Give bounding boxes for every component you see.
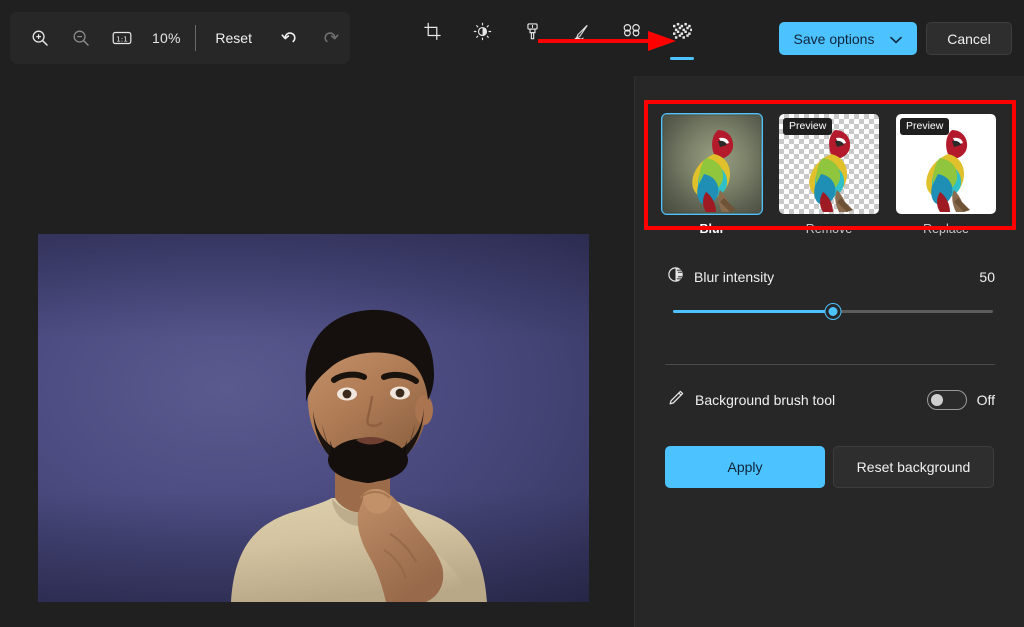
- reset-button[interactable]: Reset: [203, 26, 264, 50]
- tab-background[interactable]: [665, 14, 699, 62]
- apply-button[interactable]: Apply: [665, 446, 825, 488]
- background-brush-row: Background brush tool Off: [667, 388, 995, 412]
- preview-badge: Preview: [783, 118, 833, 135]
- option-thumbnail[interactable]: Preview: [896, 114, 996, 214]
- undo-redo-group: [270, 21, 350, 55]
- toggle-knob: [930, 394, 943, 406]
- parrot-thumbnail-image: [692, 130, 736, 212]
- zoom-level-value: 10%: [151, 30, 181, 46]
- tab-erase[interactable]: [615, 14, 649, 62]
- option-thumbnail[interactable]: [661, 113, 763, 215]
- zoom-controls-panel: 1:1 10% Reset: [10, 12, 350, 64]
- cancel-button[interactable]: Cancel: [926, 22, 1012, 55]
- panel-section-divider: [665, 364, 995, 365]
- background-brush-state: Off: [976, 392, 995, 408]
- blur-intensity-row: Blur intensity 50: [667, 266, 995, 288]
- image-subject: [231, 309, 487, 602]
- tab-active-underline: [670, 57, 694, 60]
- background-brush-label: Background brush tool: [695, 392, 836, 408]
- toolbar-separator: [194, 25, 196, 51]
- actual-size-button[interactable]: 1:1: [105, 21, 138, 55]
- canvas-area[interactable]: [0, 76, 634, 627]
- top-toolbar: 1:1 10% Reset Save options Cancel: [0, 0, 1024, 76]
- background-brush-toggle[interactable]: [926, 390, 967, 410]
- redo-button[interactable]: [310, 21, 350, 55]
- preview-badge: Preview: [900, 118, 950, 135]
- option-label: Replace: [923, 222, 969, 236]
- background-options-group: Blur Preview Remove Preview Replace: [661, 113, 996, 236]
- edited-image[interactable]: [38, 234, 589, 602]
- redo-icon: [320, 29, 340, 47]
- zoom-out-icon: [72, 29, 90, 47]
- contrast-icon: [667, 266, 684, 288]
- background-mosaic-icon: [672, 22, 693, 46]
- save-options-button[interactable]: Save options: [779, 22, 917, 55]
- erase-icon: [621, 22, 643, 43]
- svg-text:1:1: 1:1: [116, 34, 128, 43]
- blur-intensity-value: 50: [979, 269, 995, 285]
- tool-tabs: [415, 14, 699, 62]
- zoom-out-button[interactable]: [65, 21, 98, 55]
- image-editor-window: 1:1 10% Reset Save options Cancel Blur P…: [0, 0, 1024, 627]
- background-option-blur[interactable]: Blur: [661, 113, 763, 236]
- option-thumbnail[interactable]: Preview: [779, 114, 879, 214]
- tab-markup[interactable]: [515, 14, 549, 62]
- paintbrush-icon: [523, 22, 542, 46]
- tab-pen[interactable]: [565, 14, 599, 62]
- blur-intensity-slider[interactable]: [673, 302, 993, 322]
- zoom-in-button[interactable]: [24, 21, 57, 55]
- chevron-down-icon: [890, 31, 903, 47]
- reset-background-button[interactable]: Reset background: [833, 446, 994, 488]
- slider-thumb[interactable]: [825, 304, 841, 319]
- brightness-icon: [473, 22, 492, 46]
- save-options-label: Save options: [793, 30, 875, 47]
- slider-fill: [673, 310, 833, 313]
- zoom-in-icon: [31, 29, 49, 47]
- background-option-remove[interactable]: Preview Remove: [779, 114, 879, 236]
- undo-button[interactable]: [270, 21, 310, 55]
- pen-signature-icon: [572, 22, 592, 46]
- crop-icon: [423, 22, 442, 46]
- blur-intensity-label: Blur intensity: [694, 269, 775, 285]
- tab-crop[interactable]: [415, 14, 449, 62]
- undo-icon: [280, 29, 300, 47]
- background-option-replace[interactable]: Preview Replace: [896, 114, 996, 236]
- pencil-icon: [667, 389, 685, 412]
- option-label: Remove: [805, 222, 853, 236]
- one-to-one-icon: 1:1: [112, 30, 132, 46]
- background-settings-panel: Blur Preview Remove Preview Replace Blur…: [634, 76, 1024, 627]
- tab-adjustments[interactable]: [465, 14, 499, 62]
- option-label: Blur: [699, 222, 725, 236]
